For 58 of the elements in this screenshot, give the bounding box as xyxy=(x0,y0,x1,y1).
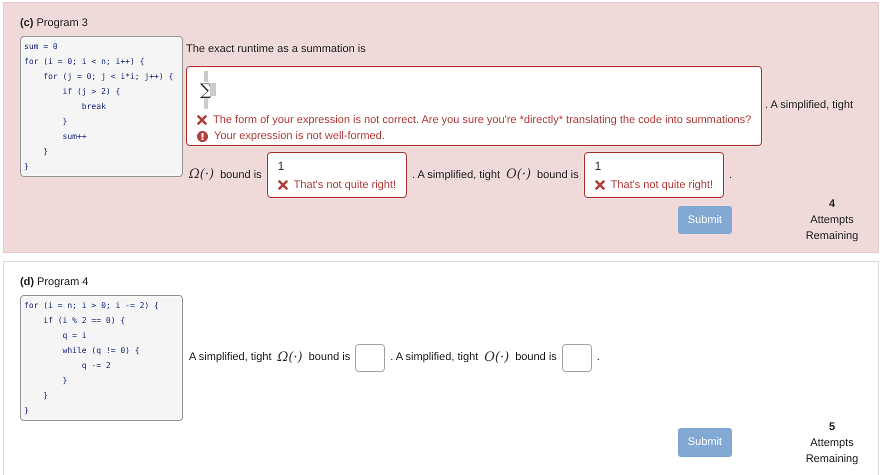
sigma-symbol: ∑ xyxy=(200,82,212,98)
answer-value: 1 xyxy=(594,158,602,174)
code-line: } xyxy=(62,116,68,128)
problem-title: Program 3 xyxy=(36,16,88,31)
prompt-text: bound is xyxy=(515,350,557,366)
code-line: } xyxy=(42,390,50,402)
exclamation-icon xyxy=(197,130,208,142)
code-line: break xyxy=(80,100,107,112)
feedback-message: That's not quite right! xyxy=(610,178,714,192)
attempts-label: Attempts Remaining xyxy=(804,436,860,466)
prompt-text: . xyxy=(596,350,600,366)
feedback-message: Your expression is not well-formed. xyxy=(214,129,385,144)
part-label: (d) xyxy=(20,275,34,290)
prompt-text: . xyxy=(729,168,732,182)
attempts-count: 4 xyxy=(828,197,836,212)
code-line: if (i % 2 == 0) { xyxy=(42,314,126,326)
answer-box[interactable]: 1 That's not quite right! xyxy=(266,152,408,198)
code-line: for (i = n; i > 0; i -= 2) { xyxy=(24,300,160,312)
lower-limit-slot[interactable] xyxy=(204,98,208,108)
prompt-text: . A simplified, tight xyxy=(765,98,854,114)
problem-title: Program 4 xyxy=(37,275,88,290)
code-line: } xyxy=(24,404,30,416)
cross-icon xyxy=(278,180,288,190)
code-line: q = i xyxy=(62,330,88,342)
part-label: (c) xyxy=(20,16,34,31)
prompt-text: bound is xyxy=(537,168,579,182)
math-expression: O(·) xyxy=(506,166,532,184)
code-line: for (j = 0; j < i*i; j++) { xyxy=(42,70,174,83)
feedback-message: The form of your expression is not correct. Are you sure you're *directly* translating the code into summations? xyxy=(213,112,752,128)
code-line: if (j > 2) { xyxy=(62,86,122,98)
answer-box[interactable]: 1 That's not quite right! xyxy=(584,152,724,198)
prompt-text: The exact runtime as a summation is xyxy=(186,42,366,54)
attempts-label: Attempts Remaining xyxy=(804,213,860,244)
code-line: } xyxy=(42,146,50,158)
answer-box[interactable] xyxy=(562,344,592,372)
prompt-text: . A simplified, tight xyxy=(412,168,500,182)
prompt-text: bound is xyxy=(308,350,350,366)
code-line: sum++ xyxy=(62,130,88,142)
math-expression: O(·) xyxy=(484,348,510,367)
answer-value: 1 xyxy=(278,158,286,174)
code-line: for (i = 0; i < n; i++) { xyxy=(24,56,146,68)
code-line: q -= 2 xyxy=(80,360,112,372)
cross-icon xyxy=(594,180,605,190)
prompt-text: A simplified, tight xyxy=(189,350,272,366)
cross-icon xyxy=(197,114,207,125)
attempts-count: 5 xyxy=(828,420,836,434)
math-expression: Ω(·) xyxy=(189,166,214,184)
code-line: while (q != 0) { xyxy=(62,344,141,357)
upper-limit-slot[interactable] xyxy=(204,70,208,82)
code-line: sum = 0 xyxy=(24,40,59,52)
feedback-message: That's not quite right! xyxy=(294,178,396,192)
math-expression: Ω(·) xyxy=(278,348,303,367)
summation-answer-box[interactable]: ∑ The form of your expression is not correct. Are you sure you're *directly* translating the code into summations? Your expression is not well-formed. xyxy=(186,66,762,146)
code-line: } xyxy=(24,160,30,172)
code-line: } xyxy=(62,374,68,386)
prompt-text: . A simplified, tight xyxy=(390,350,478,366)
answer-box[interactable] xyxy=(355,344,386,372)
prompt-text: bound is xyxy=(220,168,262,182)
